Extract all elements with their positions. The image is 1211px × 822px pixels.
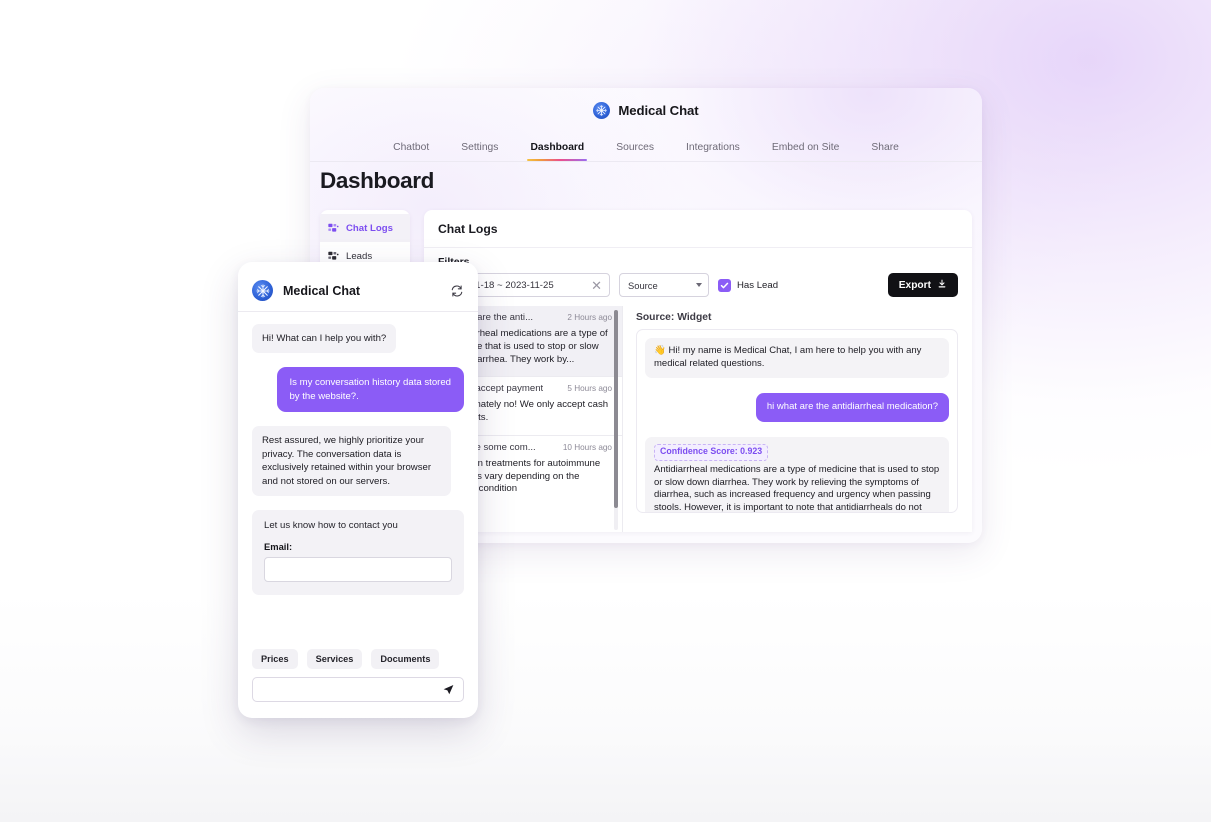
tab-embed-on-site[interactable]: Embed on Site [756, 142, 856, 161]
export-button-label: Export [898, 279, 931, 291]
message-input[interactable] [252, 677, 464, 702]
brand-bar: Medical Chat [310, 88, 982, 132]
download-icon [937, 279, 947, 292]
sidebar-item-label: Chat Logs [346, 222, 393, 234]
lead-form-title: Let us know how to contact you [264, 519, 398, 531]
log-timestamp: 2 Hours ago [567, 313, 612, 322]
close-icon[interactable]: ✕ [591, 279, 602, 292]
chevron-down-icon [696, 283, 702, 287]
main-nav: Chatbot Settings Dashboard Sources Integ… [310, 132, 982, 162]
tab-chatbot[interactable]: Chatbot [377, 142, 445, 161]
widget-title: Medical Chat [283, 283, 361, 298]
scrollbar-thumb[interactable] [614, 310, 618, 508]
log-timestamp: 10 Hours ago [562, 442, 612, 452]
filters-label: Filters [424, 248, 972, 270]
message-bot-text: Antidiarrheal medications are a type of … [654, 463, 940, 513]
refresh-icon[interactable] [450, 284, 464, 298]
widget-message-bot: Rest assured, we highly prioritize your … [252, 426, 452, 496]
email-field[interactable] [264, 556, 452, 582]
widget-message-user: Is my conversation history data stored b… [277, 367, 464, 413]
tab-settings[interactable]: Settings [445, 142, 514, 161]
logs-split: hi what are the anti... 2 Hours ago Anti… [424, 306, 972, 532]
email-field-label: Email: [264, 540, 293, 552]
tab-share[interactable]: Share [855, 142, 914, 161]
lead-capture-form: Let us know how to contact you Email: [252, 509, 464, 595]
widget-messages: Hi! What can I help you with? Is my conv… [238, 312, 478, 649]
suggestion-chip-prices[interactable]: Prices [252, 649, 298, 669]
snowflake-badge-icon [593, 101, 611, 119]
chat-logs-panel: Chat Logs Filters 2023-11-18 ~ 2023-11-2… [424, 210, 972, 532]
source-select-value: Source [628, 279, 658, 291]
widget-header: Medical Chat [238, 262, 478, 312]
log-timestamp: 5 Hours ago [567, 384, 612, 394]
confidence-score-badge: Confidence Score: 0.923 [654, 443, 769, 461]
checkbox-box [718, 278, 731, 292]
sidebar-item-label: Leads [346, 250, 373, 262]
conversation-detail: Source: Widget 👋 Hi! my name is Medical … [623, 306, 958, 532]
widget-message-bot: Hi! What can I help you with? [252, 324, 397, 354]
sidebar-item-chat-logs[interactable]: Chat Logs [320, 214, 410, 242]
has-lead-label: Has Lead [737, 279, 779, 291]
conversation-box: 👋 Hi! my name is Medical Chat, I am here… [636, 329, 958, 513]
send-icon[interactable] [442, 683, 455, 696]
message-bot-with-confidence: Confidence Score: 0.923 Antidiarrheal me… [645, 436, 949, 513]
chat-widget: Medical Chat Hi! What can I help you wit… [238, 262, 478, 718]
tab-sources[interactable]: Sources [600, 142, 670, 161]
leads-icon [328, 251, 339, 262]
chat-logs-icon [328, 223, 339, 234]
suggestion-chips: Prices Services Documents [238, 649, 478, 669]
source-label: Source: Widget [636, 312, 712, 323]
suggestion-chip-services[interactable]: Services [306, 649, 363, 669]
suggestion-chip-documents[interactable]: Documents [371, 649, 440, 669]
message-bot: 👋 Hi! my name is Medical Chat, I am here… [645, 338, 949, 378]
source-select[interactable]: Source [619, 273, 709, 297]
message-user: hi what are the antidiarrheal medication… [755, 392, 949, 422]
page-title: Dashboard [320, 168, 434, 193]
snowflake-badge-icon [252, 280, 273, 301]
export-button[interactable]: Export [887, 273, 958, 297]
widget-composer [238, 677, 478, 718]
brand-title: Medical Chat [618, 102, 699, 118]
panel-heading: Chat Logs [424, 210, 972, 248]
filter-row: 2023-11-18 ~ 2023-11-25 ✕ Source Has Lea… [424, 270, 972, 306]
tab-integrations[interactable]: Integrations [670, 142, 756, 161]
has-lead-checkbox[interactable]: Has Lead [718, 278, 779, 292]
tab-dashboard[interactable]: Dashboard [514, 142, 600, 161]
